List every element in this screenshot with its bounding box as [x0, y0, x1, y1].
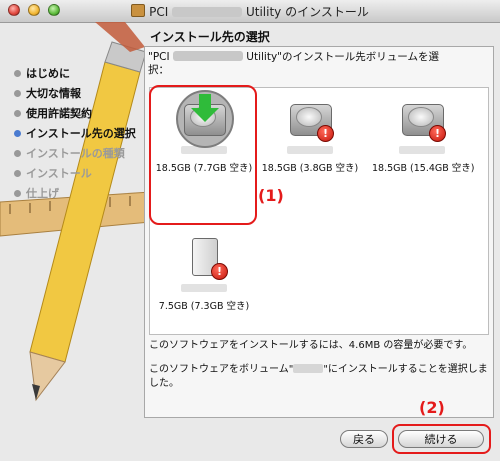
volume-item-2[interactable]: ! 18.5GB (3.8GB 空き) [260, 92, 360, 174]
warning-icon: ! [429, 125, 446, 142]
step-bullet [14, 150, 21, 157]
volume-item-3[interactable]: ! 18.5GB (15.4GB 空き) [372, 92, 475, 174]
installer-window: PCI Utility のインストール はじめに 大切な情報 使用許諾契約 イン… [0, 0, 500, 461]
redacted-text [172, 7, 243, 17]
step-read-me: 大切な情報 [14, 84, 136, 104]
redacted-volume-name [181, 284, 227, 292]
install-info: このソフトウェアをインストールするには、4.6MB の容量が必要です。 このソフ… [149, 339, 489, 401]
title-bar: PCI Utility のインストール [0, 0, 500, 23]
warning-icon: ! [317, 125, 334, 142]
destination-panel: "PCI Utility"のインストール先ボリュームを選 択： 18.5GB (… [144, 46, 494, 418]
volume-item-4[interactable]: ! 7.5GB (7.3GB 空き) [154, 230, 254, 312]
step-bullet-active [14, 130, 21, 137]
step-bullet [14, 70, 21, 77]
redacted-text [172, 51, 243, 61]
step-introduction: はじめに [14, 64, 136, 84]
step-bullet [14, 170, 21, 177]
redacted-volume-name [287, 146, 333, 154]
step-install: インストール [14, 164, 136, 184]
selection-highlight [149, 85, 257, 225]
warning-icon: ! [211, 263, 228, 280]
volume-capacity: 7.5GB (7.3GB 空き) [158, 301, 250, 312]
annotation-mark-2: (2) [419, 398, 445, 417]
volume-capacity: 18.5GB (15.4GB 空き) [372, 163, 475, 174]
step-destination: インストール先の選択 [14, 124, 136, 144]
step-bullet [14, 90, 21, 97]
required-space-text: このソフトウェアをインストールするには、4.6MB の容量が必要です。 [149, 340, 473, 351]
redacted-volume-name [399, 146, 445, 154]
step-summary: 仕上げ [14, 184, 136, 204]
annotation-mark-1: (1) [258, 186, 284, 205]
back-button[interactable]: 戻る [340, 430, 388, 448]
package-icon [131, 4, 146, 17]
redacted-text [293, 364, 324, 373]
volume-capacity: 18.5GB (3.8GB 空き) [261, 163, 359, 174]
step-bullet [14, 190, 21, 197]
internal-disk-icon: ! [392, 92, 452, 144]
window-title-prefix: PCI [149, 5, 169, 19]
instruction-text: "PCI Utility"のインストール先ボリュームを選 択： [148, 51, 439, 76]
step-bullet [14, 110, 21, 117]
install-steps: はじめに 大切な情報 使用許諾契約 インストール先の選択 インストールの種類 イ… [14, 64, 136, 204]
external-disk-icon: ! [174, 230, 234, 282]
step-license: 使用許諾契約 [14, 104, 136, 124]
step-install-type: インストールの種類 [14, 144, 136, 164]
window-title: PCI Utility のインストール [0, 3, 500, 20]
page-title: インストール先の選択 [150, 30, 270, 44]
internal-disk-icon: ! [280, 92, 340, 144]
selected-volume-text: このソフトウェアをボリューム" "にインストールすることを選択しました。 [149, 364, 488, 389]
window-title-suffix: Utility のインストール [245, 5, 369, 19]
continue-button[interactable]: 続ける [398, 430, 484, 448]
